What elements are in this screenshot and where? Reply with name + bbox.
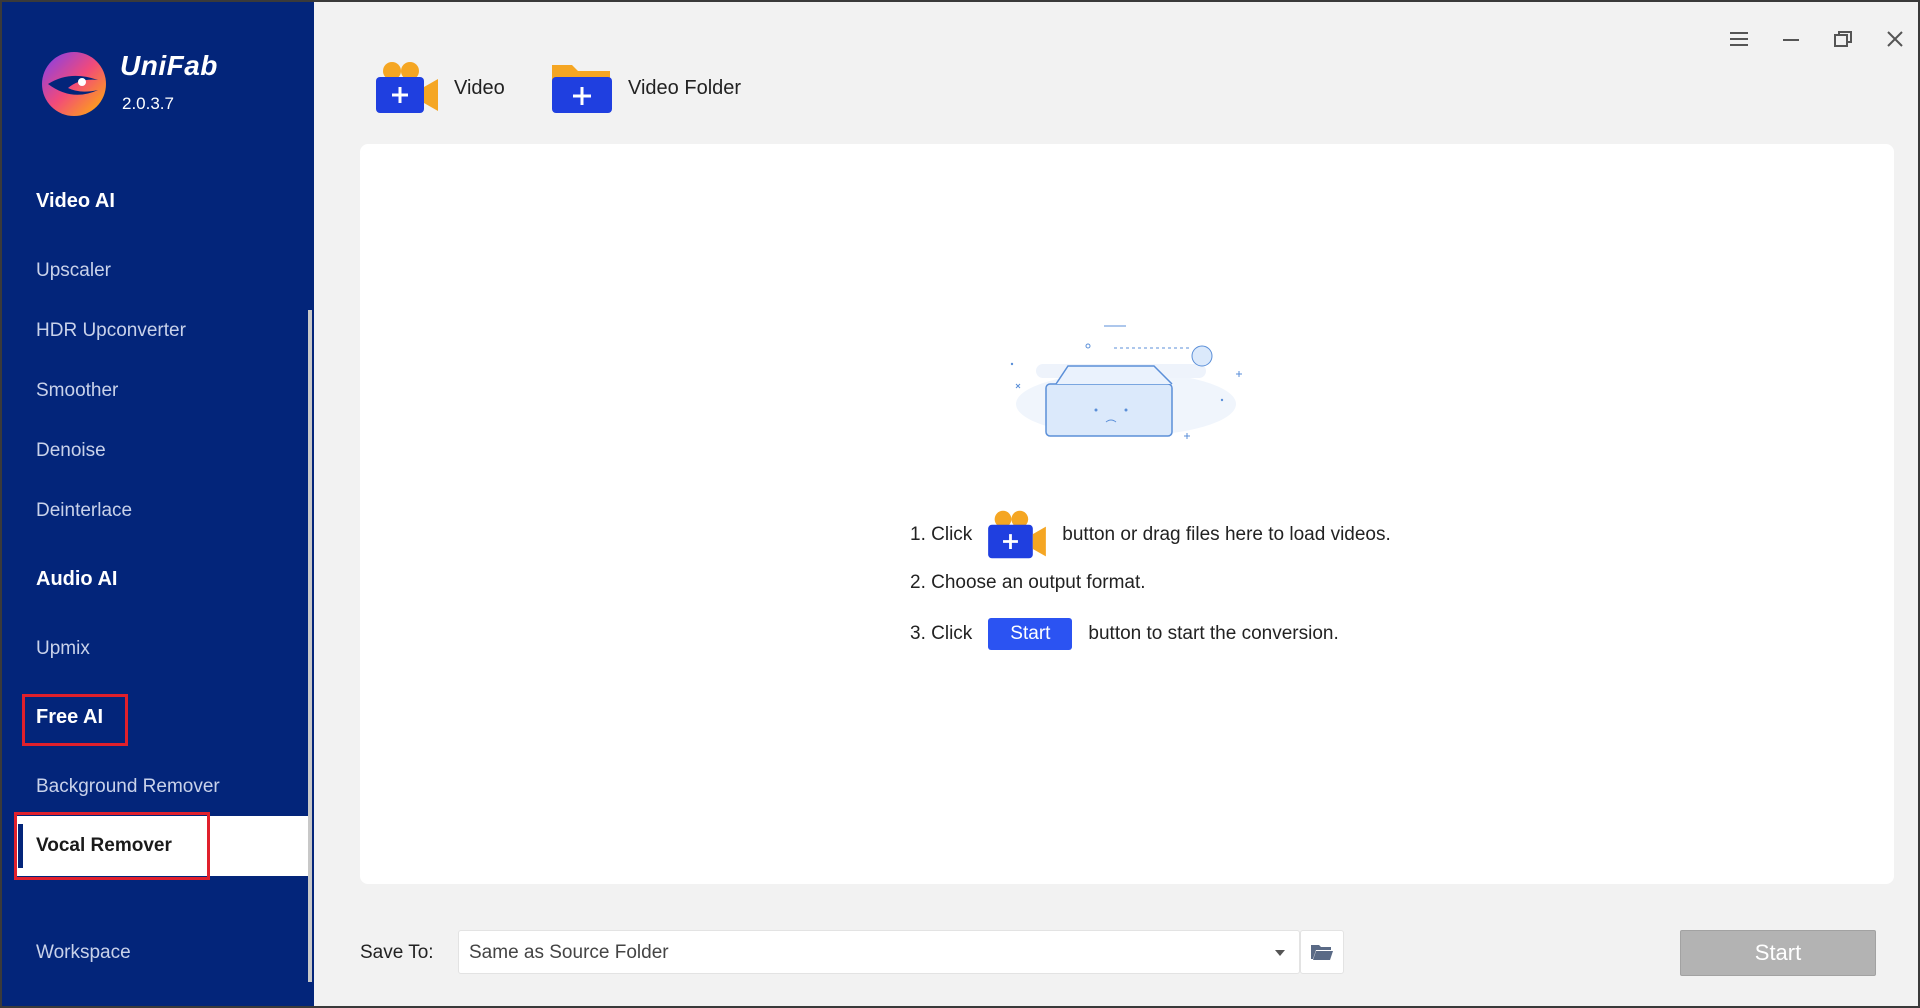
sidebar-item-upmix[interactable]: Upmix	[36, 638, 90, 660]
empty-box-illustration	[1010, 325, 1242, 439]
sidebar-item-background-remover[interactable]: Background Remover	[36, 776, 220, 798]
brand-name: UniFab	[120, 50, 218, 81]
save-to-select[interactable]: Same as Source Folder	[458, 930, 1300, 974]
restore-icon[interactable]	[1832, 28, 1854, 50]
sidebar-item-upscaler[interactable]: Upscaler	[36, 260, 111, 282]
save-to-value: Same as Source Folder	[469, 942, 669, 963]
add-video-button[interactable]: Video	[374, 58, 505, 118]
add-video-folder-icon	[552, 65, 612, 113]
add-video-label: Video	[454, 76, 505, 99]
step2-text: 2. Choose an output format.	[910, 572, 1146, 593]
brand-version: 2.0.3.7	[122, 94, 174, 113]
minimize-icon[interactable]	[1780, 28, 1802, 50]
file-drop-zone[interactable]: 1. Click button or drag files here to lo…	[360, 144, 1894, 884]
free-ai-highlight	[22, 694, 128, 746]
unifab-logo-icon	[42, 52, 106, 116]
sidebar-item-denoise[interactable]: Denoise	[36, 440, 106, 462]
main-panel: Video Video Folder 1. Click button or dr…	[314, 2, 1918, 1006]
close-icon[interactable]	[1884, 28, 1906, 50]
section-video-ai: Video AI	[36, 190, 115, 212]
folder-open-icon	[1311, 945, 1333, 960]
sidebar-scrollbar[interactable]	[308, 310, 312, 982]
add-video-folder-button[interactable]: Video Folder	[550, 58, 741, 118]
add-video-folder-label: Video Folder	[628, 76, 742, 99]
save-to-label: Save To:	[360, 942, 434, 963]
sidebar-item-deinterlace[interactable]: Deinterlace	[36, 500, 132, 522]
add-video-icon	[376, 62, 438, 113]
menu-icon[interactable]	[1728, 28, 1750, 50]
add-video-inline-icon	[988, 510, 1047, 559]
step1-prefix: 1. Click	[910, 524, 973, 545]
vocal-remover-highlight	[14, 812, 210, 880]
start-button[interactable]: Start	[1680, 930, 1876, 976]
instruction-step-1: 1. Click button or drag files here to lo…	[910, 508, 1391, 562]
step1-suffix: button or drag files here to load videos…	[1062, 524, 1391, 545]
sidebar: UniFab 2.0.3.7 Video AI Upscaler HDR Upc…	[2, 2, 314, 1006]
browse-folder-button[interactable]	[1300, 930, 1344, 974]
step3-suffix: button to start the conversion.	[1088, 623, 1339, 644]
sidebar-item-workspace[interactable]: Workspace	[36, 942, 131, 964]
instruction-step-3: 3. Click Start button to start the conve…	[910, 618, 1339, 650]
sidebar-item-hdr-upconverter[interactable]: HDR Upconverter	[36, 320, 186, 342]
app-window: UniFab 2.0.3.7 Video AI Upscaler HDR Upc…	[0, 0, 1920, 1008]
start-chip: Start	[988, 618, 1073, 650]
step3-prefix: 3. Click	[910, 623, 973, 644]
section-audio-ai: Audio AI	[36, 568, 118, 590]
instruction-step-2: 2. Choose an output format.	[910, 572, 1146, 594]
chevron-down-icon	[1275, 950, 1285, 956]
sidebar-item-smoother[interactable]: Smoother	[36, 380, 118, 402]
